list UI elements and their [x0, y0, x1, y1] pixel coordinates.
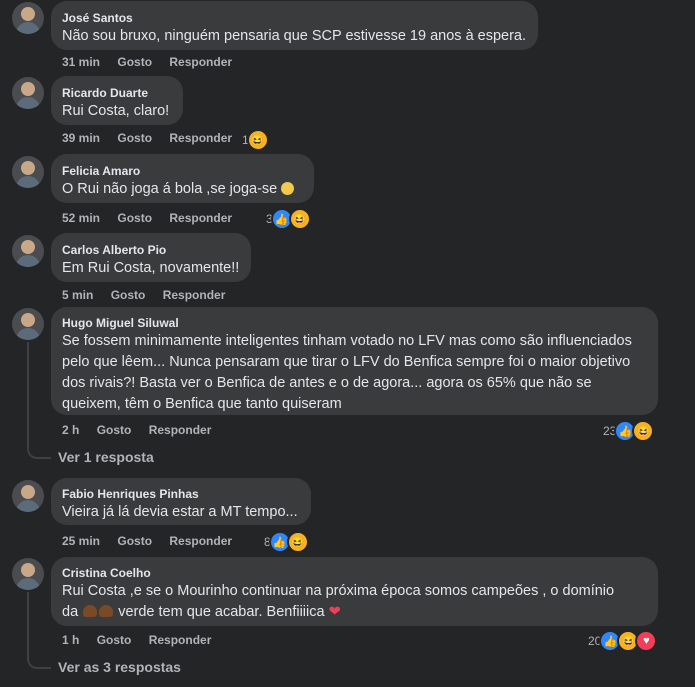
like-button[interactable]: Gosto [111, 288, 146, 302]
reply-button[interactable]: Responder [149, 633, 212, 647]
haha-reaction-icon: 😆 [246, 129, 269, 151]
avatar[interactable] [12, 480, 44, 512]
reply-button[interactable]: Responder [169, 211, 232, 225]
comment-time[interactable]: 1 h [62, 633, 79, 647]
comment-text: Rui Costa ,e se o Mourinho continuar na … [62, 581, 647, 623]
reaction-summary[interactable]: 8 👍 😆 [264, 531, 309, 553]
comment-actions: 52 min Gosto Responder [62, 211, 246, 225]
avatar[interactable] [12, 235, 44, 267]
comment-text: O Rui não joga á bola ,se joga-se [62, 179, 303, 200]
like-button[interactable]: Gosto [117, 131, 152, 145]
reply-button[interactable]: Responder [169, 131, 232, 145]
comment-text: Não sou bruxo, ninguém pensaria que SCP … [62, 28, 527, 44]
comment-time[interactable]: 39 min [62, 131, 100, 145]
comment-text-line: Rui Costa ,e se o Mourinho continuar na … [62, 583, 615, 599]
comment-bubble: Cristina Coelho Rui Costa ,e se o Mourin… [51, 557, 658, 626]
comment-actions: 31 min Gosto Responder [62, 55, 246, 69]
comment-time[interactable]: 2 h [62, 423, 79, 437]
reply-thread-line [27, 342, 51, 459]
reaction-summary[interactable]: 20 👍 😆 ♥ [588, 630, 658, 652]
avatar[interactable] [12, 2, 44, 34]
haha-reaction-icon: 😆 [288, 208, 311, 230]
comment-time[interactable]: 52 min [62, 211, 100, 225]
poop-emoji-icon [83, 605, 98, 617]
like-button[interactable]: Gosto [117, 211, 152, 225]
reaction-summary[interactable]: 3 👍 😆 [266, 208, 311, 230]
sun-emoji-icon [281, 182, 295, 195]
love-reaction-icon: ♥ [635, 630, 658, 652]
reaction-summary[interactable]: 23 👍 😆 [603, 420, 655, 442]
comment-actions: 25 min Gosto Responder [62, 534, 246, 548]
reply-button[interactable]: Responder [163, 288, 226, 302]
comment-actions: 5 min Gosto Responder [62, 288, 239, 302]
comment-actions: 2 h Gosto Responder [62, 423, 225, 437]
poop-emoji-icon [99, 605, 114, 617]
comment-bubble: Fabio Henriques Pinhas Vieira já lá devi… [51, 478, 311, 525]
view-replies-link[interactable]: Ver 1 resposta [58, 449, 154, 465]
comment-actions: 39 min Gosto Responder [62, 131, 246, 145]
reply-thread-line [27, 592, 51, 669]
avatar[interactable] [12, 156, 44, 188]
like-button[interactable]: Gosto [117, 534, 152, 548]
reaction-summary[interactable]: 1 😆 [242, 129, 269, 151]
comment-text: Em Rui Costa, novamente!! [62, 260, 240, 276]
comment-bubble: José Santos Não sou bruxo, ninguém pensa… [51, 1, 538, 50]
avatar[interactable] [12, 77, 44, 109]
comment-text: Vieira já lá devia estar a MT tempo... [62, 504, 298, 520]
comment-author[interactable]: Carlos Alberto Pio [62, 242, 240, 258]
comment-text-part: da [62, 604, 79, 620]
comment-bubble: Ricardo Duarte Rui Costa, claro! [51, 76, 183, 125]
like-button[interactable]: Gosto [97, 423, 132, 437]
comment-author[interactable]: Ricardo Duarte [62, 85, 172, 101]
reply-button[interactable]: Responder [169, 534, 232, 548]
heart-emoji-icon: ❤ [328, 604, 341, 620]
comment-bubble: Carlos Alberto Pio Em Rui Costa, novamen… [51, 233, 251, 282]
reply-button[interactable]: Responder [169, 55, 232, 69]
comment-bubble: Felicia Amaro O Rui não joga á bola ,se … [51, 154, 314, 203]
comment-text-part: verde tem que acabar. Benfiiiica [118, 604, 325, 620]
comment-text-line: da verde tem que acabar. Benfiiiica ❤ [62, 602, 647, 623]
comment-author[interactable]: Cristina Coelho [62, 565, 647, 581]
comment-author[interactable]: José Santos [62, 10, 527, 26]
comment-time[interactable]: 25 min [62, 534, 100, 548]
avatar[interactable] [12, 558, 44, 590]
comment-actions: 1 h Gosto Responder [62, 633, 225, 647]
comment-author[interactable]: Hugo Miguel Siluwal [62, 315, 647, 331]
comment-author[interactable]: Fabio Henriques Pinhas [62, 486, 300, 502]
reply-button[interactable]: Responder [149, 423, 212, 437]
haha-reaction-icon: 😆 [632, 420, 655, 442]
like-button[interactable]: Gosto [117, 55, 152, 69]
comment-time[interactable]: 5 min [62, 288, 93, 302]
view-replies-link[interactable]: Ver as 3 respostas [58, 659, 181, 675]
avatar[interactable] [12, 308, 44, 340]
like-button[interactable]: Gosto [97, 633, 132, 647]
comment-text: Rui Costa, claro! [62, 103, 170, 119]
comment-time[interactable]: 31 min [62, 55, 100, 69]
comment-bubble: Hugo Miguel Siluwal Se fossem minimament… [51, 307, 658, 415]
haha-reaction-icon: 😆 [286, 531, 309, 553]
comment-text-content: O Rui não joga á bola ,se joga-se [62, 181, 278, 197]
comment-text: Se fossem minimamente inteligentes tinha… [62, 333, 632, 412]
comment-author[interactable]: Felicia Amaro [62, 163, 303, 179]
